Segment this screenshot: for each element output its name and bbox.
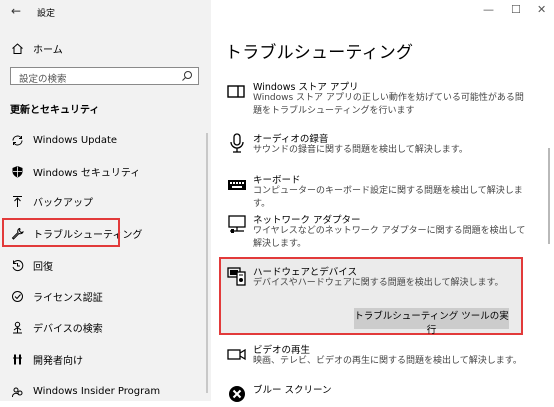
sidebar-item-windows-update[interactable]: Windows Update [0,128,211,152]
section-title: 更新とセキュリティ [10,105,100,116]
maximize-button[interactable]: ☐ [511,3,521,16]
title-bar: ← 設定 [0,0,211,26]
troubleshooter-video-playback[interactable]: ビデオの再生 映画、テレビ、ビデオの再生に関する問題を検出して解決します。 [225,342,525,374]
sidebar-item-label: 開発者向け [33,355,83,367]
sidebar-item-windows-security[interactable]: Windows セキュリティ [0,159,211,183]
sidebar-item-backup[interactable]: バックアップ [0,189,211,213]
search-placeholder: 設定の検索 [19,74,67,85]
sidebar-item-label: 回復 [33,261,53,273]
shield-icon [10,164,24,178]
troubleshooter-keyboard[interactable]: キーボード コンピューターのキーボード設定に関する問題を検出して解決します。 [225,172,525,209]
main-scrollbar[interactable] [548,148,550,244]
sidebar-item-label: バックアップ [33,197,93,209]
troubleshooter-desc: コンピューターのキーボード設定に関する問題を検出して解決します。 [253,186,523,209]
troubleshooter-desc: Windows ストア アプリの正しい動作を妨げている可能性がある問題をトラブル… [253,93,524,116]
sidebar-item-label: ライセンス認証 [33,292,103,304]
window-title: 設定 [37,9,56,19]
upload-icon [10,194,24,208]
insider-icon [10,384,24,398]
sidebar-item-developers[interactable]: 開発者向け [0,347,211,371]
troubleshooter-title: ネットワーク アダプター [253,215,361,226]
sidebar: ← 設定 ホーム 設定の検索 更新とセキュリティ Windows Update … [0,0,211,401]
store-app-icon [227,81,247,101]
run-troubleshooter-button[interactable]: トラブルシューティング ツールの実行 [354,308,509,336]
sidebar-item-label: デバイスの検索 [33,323,103,335]
page-title: トラブルシューティング [225,43,414,63]
sidebar-item-activation[interactable]: ライセンス認証 [0,284,211,308]
search-input[interactable]: 設定の検索 [10,67,199,85]
troubleshooter-title: オーディオの録音 [253,134,329,145]
home-label: ホーム [33,44,63,56]
sidebar-item-recovery[interactable]: 回復 [0,253,211,277]
selection-highlight-box [2,218,120,247]
troubleshooter-network-adapter[interactable]: ネットワーク アダプター ワイヤレスなどのネットワーク アダプターに関する問題を… [225,212,525,256]
troubleshooter-title: ブルー スクリーン [253,385,332,396]
troubleshooter-desc: 映画、テレビ、ビデオの再生に関する問題を検出して解決します。 [253,356,522,366]
troubleshooter-title: Windows ストア アプリ [253,82,359,93]
microphone-icon [227,133,247,153]
bluescreen-icon [227,384,247,404]
troubleshooter-audio-recording[interactable]: オーディオの録音 サウンドの録音に関する問題を検出して解決します。 [225,131,525,163]
minimize-button[interactable]: — [483,3,494,16]
sidebar-item-find-device[interactable]: デバイスの検索 [0,315,211,339]
sidebar-item-label: Windows セキュリティ [33,167,141,179]
troubleshooter-title: ビデオの再生 [253,345,311,356]
close-button[interactable]: ✕ [537,3,546,16]
troubleshooter-desc: サウンドの録音に関する問題を検出して解決します。 [253,145,468,155]
troubleshooter-blue-screen[interactable]: ブルー スクリーン [225,382,525,402]
developer-icon [10,352,24,366]
home-link[interactable]: ホーム [9,38,199,58]
sidebar-item-label: Windows Insider Program [33,385,161,397]
keyboard-icon [227,174,247,194]
troubleshooter-hardware-devices[interactable]: ハードウェアとデバイス デバイスやハードウェアに関する問題を検出して解決します。 [225,264,525,296]
sidebar-item-insider[interactable]: Windows Insider Program [0,379,211,403]
person-pin-icon [10,320,24,334]
home-icon [9,40,25,56]
troubleshooter-title: ハードウェアとデバイス [253,267,358,278]
recovery-icon [10,258,24,272]
troubleshooter-title: キーボード [253,175,301,186]
troubleshooter-desc: ワイヤレスなどのネットワーク アダプターに関する問題を検出して解決します。 [253,226,526,249]
hardware-icon [227,266,247,286]
network-adapter-icon [227,214,247,234]
main-content: — ☐ ✕ トラブルシューティング Windows ストア アプリ Window… [211,0,554,402]
sync-icon [10,133,24,147]
back-arrow-icon[interactable]: ← [11,4,21,18]
sidebar-scrollbar[interactable] [206,133,208,393]
sidebar-item-label: Windows Update [33,134,118,146]
troubleshooter-store-apps[interactable]: Windows ストア アプリ Windows ストア アプリの正しい動作を妨げ… [225,79,525,125]
check-circle-icon [10,289,24,303]
search-icon [181,70,193,82]
troubleshooter-desc: デバイスやハードウェアに関する問題を検出して解決します。 [253,278,504,288]
video-icon [227,344,247,364]
